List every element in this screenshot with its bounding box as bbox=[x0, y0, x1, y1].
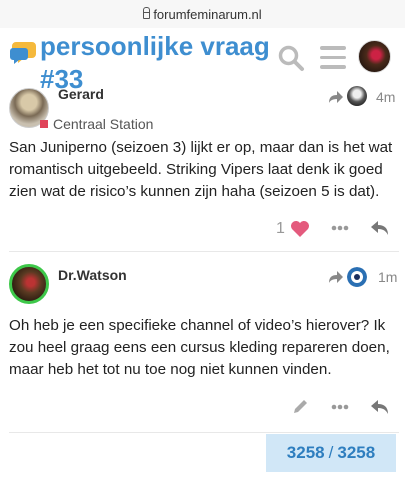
progress-total: 3258 bbox=[337, 443, 376, 462]
more-dots-icon[interactable] bbox=[331, 403, 349, 411]
heart-icon[interactable] bbox=[290, 220, 310, 238]
post-time[interactable]: 1m bbox=[378, 269, 397, 285]
reply-to-avatar[interactable] bbox=[347, 267, 367, 287]
reply-arrow-icon[interactable] bbox=[327, 269, 345, 285]
post-username[interactable]: Dr.Watson bbox=[58, 267, 127, 283]
topic-progress[interactable]: 3258 / 3258 bbox=[266, 434, 396, 472]
reply-to-avatar[interactable] bbox=[347, 86, 367, 106]
forum-logo-icon[interactable] bbox=[10, 40, 38, 66]
reply-icon[interactable] bbox=[370, 398, 390, 416]
reply-arrow-icon[interactable] bbox=[327, 89, 345, 105]
post-body: Oh heb je een specifieke channel of vide… bbox=[9, 317, 390, 378]
url-bar[interactable]: forumfeminarum.nl bbox=[0, 0, 405, 28]
reply-icon[interactable] bbox=[370, 219, 390, 237]
avatar[interactable] bbox=[9, 264, 49, 304]
progress-current: 3258 bbox=[286, 443, 325, 462]
badge-square-icon bbox=[40, 120, 48, 128]
topic-header: persoonlijke vraag #33 bbox=[0, 28, 405, 94]
like-count[interactable]: 1 bbox=[276, 220, 285, 238]
post-divider bbox=[9, 432, 399, 433]
badge-label: Centraal Station bbox=[53, 116, 154, 132]
more-dots-icon[interactable] bbox=[331, 224, 349, 232]
edit-pencil-icon[interactable] bbox=[291, 398, 309, 416]
post-username[interactable]: Gerard bbox=[58, 86, 104, 102]
user-badge[interactable]: Centraal Station bbox=[40, 116, 153, 132]
user-avatar[interactable] bbox=[358, 40, 391, 73]
search-icon[interactable] bbox=[277, 44, 305, 72]
post-body: San Juniperno (seizoen 3) lijkt er op, m… bbox=[9, 139, 393, 200]
lock-icon bbox=[142, 6, 151, 19]
post-time[interactable]: 4m bbox=[376, 89, 395, 105]
progress-separator: / bbox=[328, 443, 334, 462]
post-divider bbox=[9, 251, 399, 252]
hamburger-menu-icon[interactable] bbox=[320, 46, 346, 70]
url-domain: forumfeminarum.nl bbox=[153, 6, 262, 22]
